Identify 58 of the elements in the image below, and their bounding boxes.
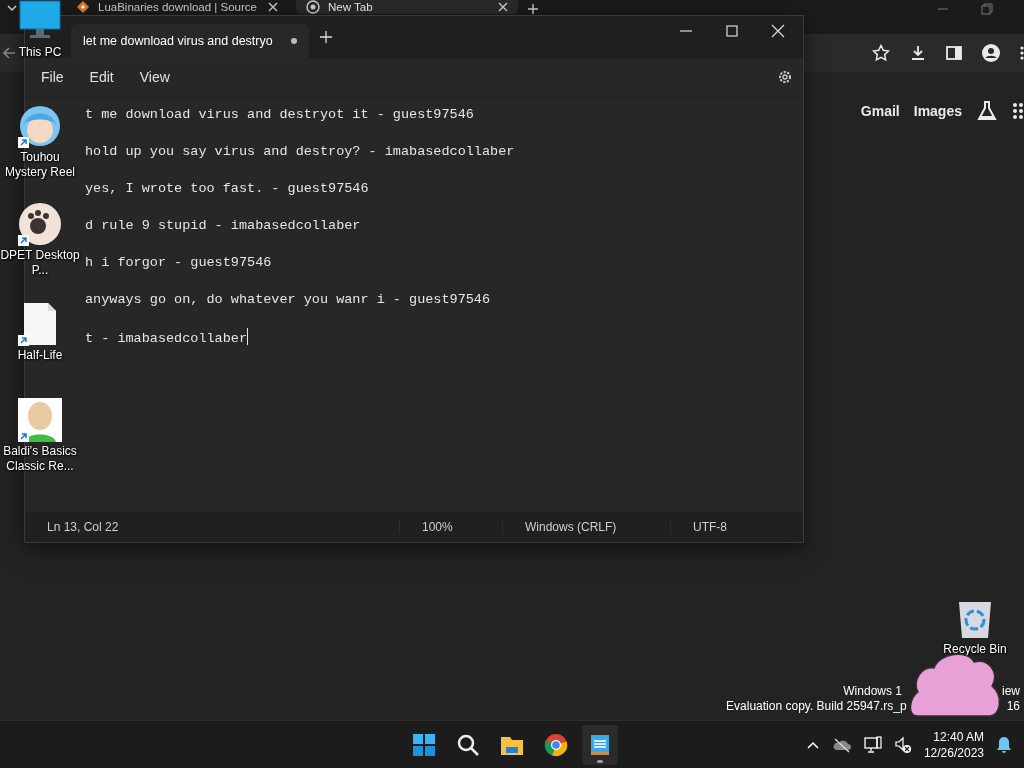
- flask-icon[interactable]: [976, 100, 998, 122]
- line-ending[interactable]: Windows (CRLF): [502, 520, 670, 534]
- shortcut-arrow-icon: [18, 235, 29, 246]
- maximize-icon[interactable]: [725, 24, 739, 38]
- shortcut-arrow-icon: [18, 137, 29, 148]
- start-icon: [412, 732, 436, 757]
- icon-label[interactable]: DPET Desktop P...: [0, 248, 80, 278]
- watermark-text: Windows 1: [843, 684, 902, 699]
- text-line: d rule 9 stupid - imabasedcollaber: [85, 217, 361, 235]
- restore-icon[interactable]: [980, 2, 994, 16]
- icon-label[interactable]: Touhou Mystery Reel: [0, 150, 80, 180]
- download-icon[interactable]: [909, 44, 927, 62]
- encoding[interactable]: UTF-8: [670, 520, 803, 534]
- taskbar-button[interactable]: [582, 724, 618, 765]
- notepad-icon: [588, 732, 612, 757]
- text-line: yes, I wrote too fast. - guest97546: [85, 180, 369, 198]
- close-icon[interactable]: [498, 2, 508, 12]
- more-icon[interactable]: [1020, 45, 1024, 61]
- plus-icon[interactable]: [319, 30, 333, 44]
- header-link[interactable]: Images: [913, 103, 962, 119]
- text-line: t me download virus and destryot it - guest97546: [85, 106, 474, 124]
- icon-label[interactable]: Baldi's Basics Classic Re...: [0, 444, 80, 474]
- icon-label[interactable]: Recycle Bin: [935, 642, 1015, 657]
- watermark-text: iew: [1002, 684, 1020, 699]
- clock[interactable]: 12:40 AM 12/26/2023: [923, 728, 984, 761]
- header-link[interactable]: Gmail: [860, 103, 900, 119]
- search-icon: [456, 732, 480, 757]
- watermark-text: 16: [1006, 699, 1020, 714]
- bell-icon[interactable]: [996, 735, 1012, 754]
- cloud-off-icon[interactable]: [831, 736, 852, 753]
- sidebar-icon[interactable]: [946, 45, 962, 61]
- menu-item[interactable]: View: [131, 68, 178, 86]
- document-tab[interactable]: let me download virus and destryo: [71, 24, 309, 58]
- shortcut-arrow-icon: [18, 431, 29, 442]
- text-line: anyways go on, do whatever you wanr i - guest97546: [85, 291, 491, 309]
- text-line: h i forgor - guest97546: [85, 254, 272, 272]
- icon-label[interactable]: Half-Life: [0, 348, 80, 363]
- text-line: hold up you say virus and destroy? - imabasedcollaber: [85, 143, 515, 161]
- text-line: t - imabasedcollaber: [85, 328, 249, 348]
- diamond-icon: [76, 0, 90, 14]
- cursor-position: Ln 13, Col 22: [46, 520, 119, 534]
- network-icon[interactable]: [863, 735, 882, 754]
- browser-tab[interactable]: New Tab: [296, 0, 518, 14]
- close-icon[interactable]: [771, 24, 785, 38]
- close-icon[interactable]: [268, 2, 278, 12]
- speaker-muted-icon[interactable]: [893, 735, 912, 754]
- menu-item[interactable]: Edit: [81, 68, 122, 86]
- menu-item[interactable]: File: [33, 68, 72, 86]
- star-icon[interactable]: [872, 44, 890, 62]
- shortcut-arrow-icon: [18, 335, 29, 346]
- profile-icon[interactable]: [981, 43, 1001, 63]
- watermark-text: Evaluation copy. Build 25947.rs_p: [726, 699, 907, 714]
- paw-icon[interactable]: [18, 202, 62, 246]
- zoom-level[interactable]: 100%: [399, 520, 502, 534]
- back-arrow-icon[interactable]: [1, 45, 17, 61]
- browser-icon: [544, 732, 568, 757]
- settings-icon[interactable]: [777, 69, 793, 85]
- browser-tab[interactable]: LuaBinaries download | Source: [66, 0, 288, 14]
